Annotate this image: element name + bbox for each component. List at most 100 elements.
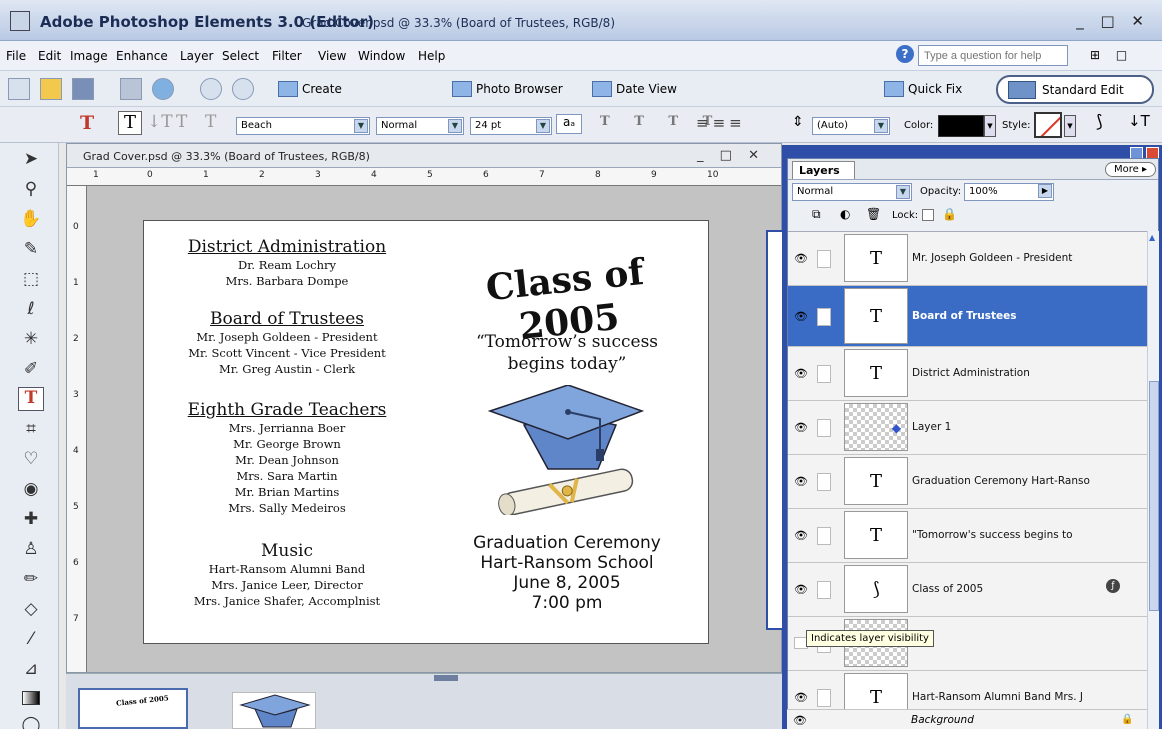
eraser-tool-icon[interactable]: ◇ xyxy=(18,599,44,623)
text-orientation-icon[interactable]: ↓T xyxy=(1128,112,1150,130)
photo-browser-button[interactable]: Photo Browser xyxy=(452,79,563,99)
layer-row[interactable]: 👁 T "Tomorrow's success begins to xyxy=(788,509,1148,563)
pencil-tool-icon[interactable]: ✏ xyxy=(18,569,44,593)
selection-brush-tool-icon[interactable]: ✐ xyxy=(18,359,44,383)
photo-bin-thumbnail-cap[interactable] xyxy=(232,692,316,729)
link-box[interactable] xyxy=(817,419,831,437)
delete-layer-icon[interactable]: 🗑 xyxy=(866,207,881,221)
eye-icon[interactable]: 👁 xyxy=(794,529,808,542)
new-layer-icon[interactable]: ⧉ xyxy=(812,207,821,222)
photo-bin-handle[interactable] xyxy=(434,675,458,681)
photo-bin-thumbnail-grad-cover[interactable]: Class of 2005 xyxy=(78,688,188,729)
create-button[interactable]: Create xyxy=(278,79,342,99)
horizontal-type-icon[interactable]: T xyxy=(118,111,142,135)
horizontal-type-mask-icon[interactable]: T xyxy=(176,112,187,132)
menu-filter[interactable]: Filter xyxy=(272,49,302,63)
vertical-type-mask-icon[interactable]: T xyxy=(205,112,216,132)
link-box[interactable] xyxy=(817,473,831,491)
layer-style-icon[interactable]: ƒ xyxy=(1106,579,1120,593)
brush-tool-icon[interactable]: ⁄ xyxy=(18,629,44,653)
scrollbar-thumb[interactable] xyxy=(1149,381,1159,611)
eyedropper-tool-icon[interactable]: ✎ xyxy=(18,239,44,263)
eye-icon[interactable]: 👁 xyxy=(794,583,808,596)
redo-icon[interactable] xyxy=(232,78,254,100)
online-services-icon[interactable] xyxy=(152,78,174,100)
menu-view[interactable]: View xyxy=(318,49,346,63)
vertical-type-icon[interactable]: ↓T xyxy=(147,112,173,132)
layer-row-selected[interactable]: 👁 T Board of Trustees xyxy=(788,286,1148,347)
menu-window[interactable]: Window xyxy=(358,49,405,63)
shape-tool-icon[interactable]: ◯ xyxy=(18,715,44,729)
window-controls[interactable]: _ □ ✕ xyxy=(1076,12,1150,30)
paint-bucket-tool-icon[interactable]: ⊿ xyxy=(18,659,44,683)
font-style-select[interactable]: Normal ▼ xyxy=(376,117,464,135)
layer-row-background[interactable]: 👁 Background 🔒 xyxy=(787,709,1147,729)
blend-mode-select[interactable]: Normal ▼ xyxy=(792,183,912,201)
healing-brush-tool-icon[interactable]: ✚ xyxy=(18,509,44,533)
new-file-icon[interactable] xyxy=(8,78,30,100)
eye-icon[interactable]: 👁 xyxy=(794,421,808,434)
canvas[interactable]: District Administration Dr. Ream Lochry … xyxy=(143,220,709,644)
magic-wand-tool-icon[interactable]: ✳ xyxy=(18,329,44,353)
eye-icon[interactable]: 👁 xyxy=(794,252,808,265)
palette-toggle-icon[interactable]: ⊞ □ xyxy=(1090,48,1133,62)
menu-enhance[interactable]: Enhance xyxy=(116,49,168,63)
eye-icon[interactable]: 👁 xyxy=(794,475,808,488)
lock-icon[interactable]: 🔒 xyxy=(942,207,957,221)
layer-row[interactable]: 👁 ◆ Layer 1 xyxy=(788,401,1148,455)
lock-transparency-checkbox[interactable] xyxy=(922,209,934,221)
link-box[interactable] xyxy=(817,689,831,707)
lasso-tool-icon[interactable]: ℓ xyxy=(18,299,44,323)
more-button[interactable]: More ▸ xyxy=(1105,162,1156,177)
brush-link-icon[interactable] xyxy=(817,308,831,326)
undo-icon[interactable] xyxy=(200,78,222,100)
layer-row[interactable]: 👁 ⟆ Class of 2005 ƒ xyxy=(788,563,1148,617)
leading-select[interactable]: (Auto) ▼ xyxy=(812,117,890,135)
clone-stamp-tool-icon[interactable]: ♙ xyxy=(18,539,44,563)
layer-row[interactable]: 👁 T Mr. Joseph Goldeen - President xyxy=(788,232,1148,286)
text-style-swatch[interactable] xyxy=(1034,112,1062,138)
font-size-select[interactable]: 24 pt ▼ xyxy=(470,117,552,135)
menu-edit[interactable]: Edit xyxy=(38,49,61,63)
red-eye-tool-icon[interactable]: ◉ xyxy=(18,479,44,503)
link-box[interactable] xyxy=(817,581,831,599)
menu-layer[interactable]: Layer xyxy=(180,49,213,63)
warp-text-icon[interactable]: ⟆ xyxy=(1096,112,1103,132)
eye-icon[interactable]: 👁 xyxy=(794,367,808,380)
print-icon[interactable] xyxy=(120,78,142,100)
save-icon[interactable] xyxy=(72,78,94,100)
help-search-input[interactable] xyxy=(918,45,1068,66)
zoom-tool-icon[interactable]: ⚲ xyxy=(18,179,44,203)
crop-tool-icon[interactable]: ⌗ xyxy=(18,419,44,443)
font-family-select[interactable]: Beach ▼ xyxy=(236,117,370,135)
chevron-right-icon[interactable]: ▶ xyxy=(1038,184,1052,198)
layers-scrollbar[interactable]: ▲ xyxy=(1147,231,1159,729)
link-box[interactable] xyxy=(817,365,831,383)
adjustment-layer-icon[interactable]: ◐ xyxy=(840,207,850,221)
standard-edit-button[interactable]: Standard Edit xyxy=(996,75,1154,104)
cookie-cutter-tool-icon[interactable]: ♡ xyxy=(18,449,44,473)
layer-row[interactable]: 👁 T Graduation Ceremony Hart-Ranso xyxy=(788,455,1148,509)
chevron-down-icon[interactable]: ▼ xyxy=(984,115,996,137)
link-box[interactable] xyxy=(817,250,831,268)
menu-select[interactable]: Select xyxy=(222,49,259,63)
color-swatch[interactable] xyxy=(938,115,984,137)
open-folder-icon[interactable] xyxy=(40,78,62,100)
menu-image[interactable]: Image xyxy=(70,49,108,63)
layer-row[interactable]: 👁 T District Administration xyxy=(788,347,1148,401)
hand-tool-icon[interactable]: ✋ xyxy=(18,209,44,233)
quick-fix-button[interactable]: Quick Fix xyxy=(884,79,962,99)
eye-icon[interactable]: 👁 xyxy=(794,310,808,323)
help-icon[interactable]: ? xyxy=(896,45,914,63)
menu-file[interactable]: File xyxy=(6,49,26,63)
move-tool-icon[interactable]: ➤ xyxy=(18,149,44,173)
marquee-tool-icon[interactable]: ⬚ xyxy=(18,269,44,293)
document-window-controls[interactable]: _ □ ✕ xyxy=(697,148,765,163)
eye-icon[interactable]: 👁 xyxy=(794,691,808,704)
layers-tab[interactable]: Layers xyxy=(792,161,855,179)
text-align-buttons[interactable]: ≡≡≡ xyxy=(696,114,746,132)
eye-icon[interactable]: 👁 xyxy=(793,714,807,727)
date-view-button[interactable]: Date View xyxy=(592,79,677,99)
gradient-tool-icon[interactable] xyxy=(18,687,44,711)
chevron-down-icon[interactable]: ▼ xyxy=(1064,115,1076,137)
